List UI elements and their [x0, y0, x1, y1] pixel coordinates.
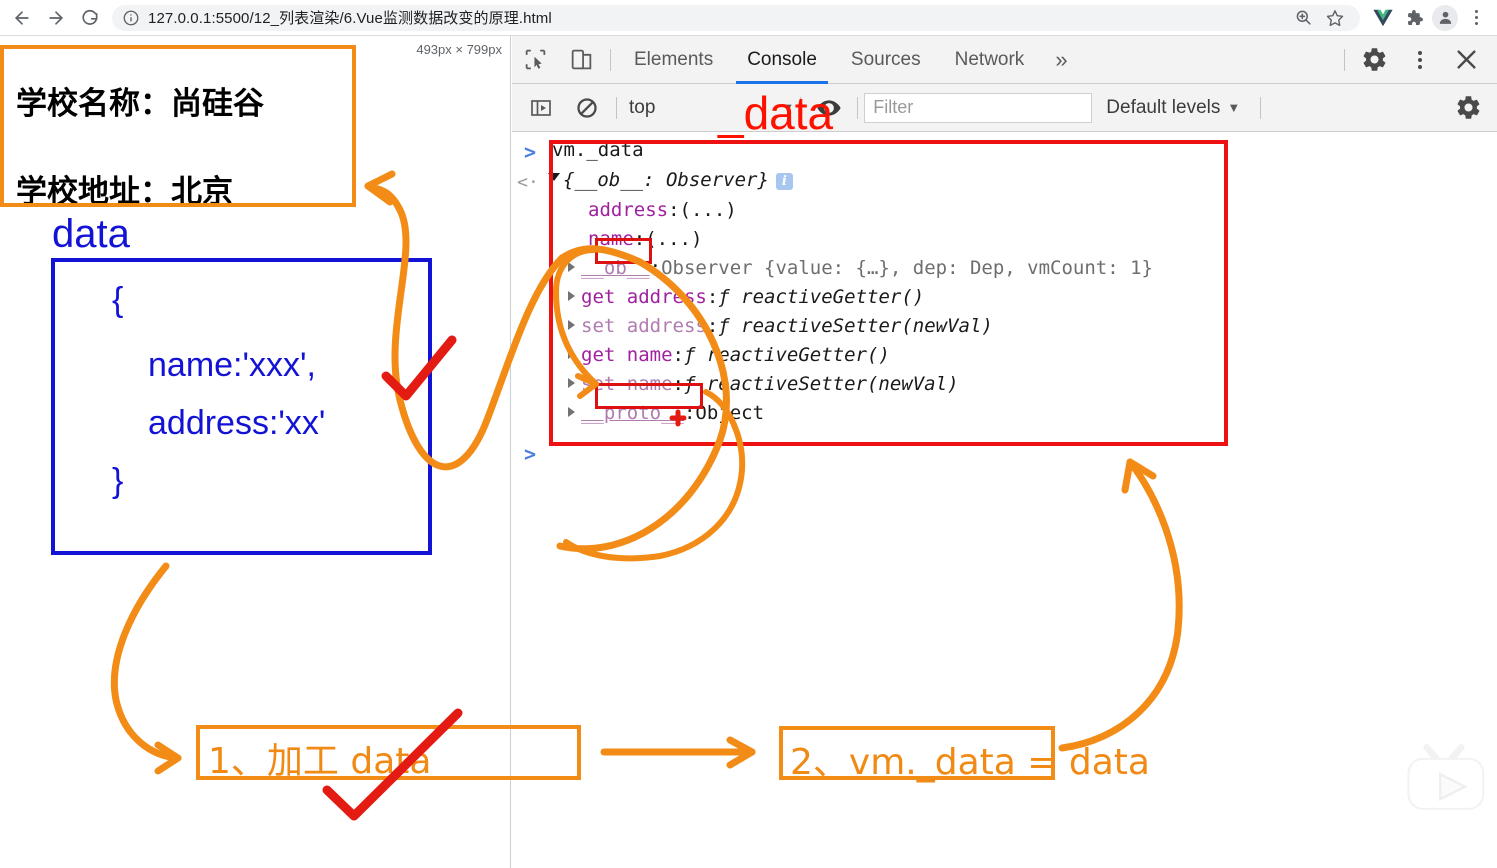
annotation-arrows-layer: .ar { fill:none; stroke:#f28c17; stroke-…	[110, 170, 1183, 821]
arrow-setname-loop	[563, 389, 746, 562]
arrow-name-to-set-name	[553, 247, 599, 387]
arrow-console-to-data	[556, 258, 730, 553]
bilibili-tv-logo-icon	[1395, 730, 1491, 830]
plus-mark-proto	[669, 409, 687, 427]
arrow-step2-to-console	[1058, 458, 1183, 752]
arrow-data-to-step1	[110, 562, 182, 762]
checkmark-step1	[322, 708, 463, 821]
screenshot-root: 127.0.0.1:5500/12_列表渲染/6.Vue监测数据改变的原理.ht…	[0, 0, 1497, 868]
